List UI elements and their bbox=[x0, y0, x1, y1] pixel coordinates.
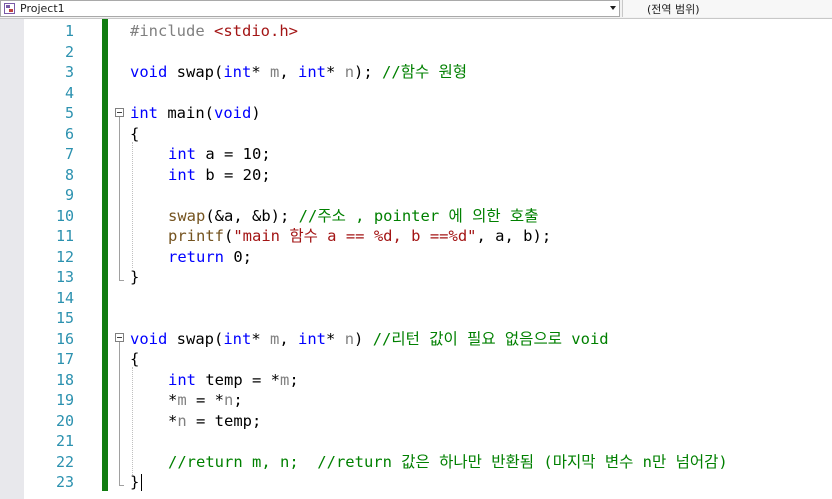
line-number: 12 bbox=[55, 247, 74, 266]
line-code[interactable]: int b = 20; bbox=[168, 165, 271, 186]
line-code[interactable]: int main(void) bbox=[130, 103, 261, 124]
line-code[interactable]: int temp = *m; bbox=[168, 370, 299, 391]
line-code[interactable]: } bbox=[130, 472, 139, 493]
code-line[interactable]: 11 printf("main 함수 a == %d, b ==%d", a, … bbox=[0, 226, 832, 247]
line-code[interactable]: swap(&a, &b); //주소 , pointer 에 의한 호출 bbox=[168, 206, 538, 227]
code-line[interactable]: 15 bbox=[0, 308, 832, 329]
code-line[interactable]: 12 return 0; bbox=[0, 247, 832, 268]
scope-label: (전역 범위) bbox=[647, 3, 700, 16]
code-line[interactable]: 5 int main(void) bbox=[0, 103, 832, 124]
line-number: 10 bbox=[55, 206, 74, 225]
line-code[interactable]: printf("main 함수 a == %d, b ==%d", a, b); bbox=[168, 226, 551, 247]
line-number: 3 bbox=[64, 63, 74, 81]
line-number: 18 bbox=[55, 370, 74, 389]
line-number: 19 bbox=[55, 391, 74, 409]
line-number: 2 bbox=[64, 42, 74, 61]
line-number: 9 bbox=[64, 186, 74, 204]
code-line[interactable]: 14 bbox=[0, 288, 832, 309]
code-line[interactable]: 13 } bbox=[0, 267, 832, 288]
code-line[interactable]: 19 *m = *n; bbox=[0, 390, 832, 411]
line-number: 6 bbox=[64, 124, 74, 143]
line-number: 4 bbox=[64, 83, 74, 102]
code-line[interactable]: 18 int temp = *m; bbox=[0, 370, 832, 391]
project-dropdown[interactable]: Project1 bbox=[0, 0, 620, 17]
code-line[interactable]: 1 #include <stdio.h> bbox=[0, 21, 832, 42]
code-line[interactable]: 16 void swap(int* m, int* n) //리턴 값이 필요 … bbox=[0, 329, 832, 350]
line-number: 8 bbox=[64, 165, 74, 184]
project-icon bbox=[4, 3, 15, 14]
line-code[interactable]: //return m, n; //return 값은 하나만 반환됨 (마지막 … bbox=[168, 452, 728, 473]
code-line[interactable]: 9 bbox=[0, 185, 832, 206]
code-line[interactable]: 22 //return m, n; //return 값은 하나만 반환됨 (마… bbox=[0, 452, 832, 473]
line-number: 15 bbox=[55, 309, 74, 327]
code-line[interactable]: 3 void swap(int* m, int* n); //함수 원형 bbox=[0, 62, 832, 83]
line-number: 16 bbox=[55, 329, 74, 348]
code-line[interactable]: 20 *n = temp; bbox=[0, 411, 832, 432]
code-line[interactable]: 4 bbox=[0, 83, 832, 104]
text-cursor bbox=[141, 474, 142, 491]
line-code[interactable]: return 0; bbox=[168, 247, 252, 268]
code-line[interactable]: 17 { bbox=[0, 349, 832, 370]
code-line[interactable]: 10 swap(&a, &b); //주소 , pointer 에 의한 호출 bbox=[0, 206, 832, 227]
code-line[interactable]: 6 { bbox=[0, 124, 832, 145]
line-code[interactable]: int a = 10; bbox=[168, 144, 271, 165]
line-code[interactable]: { bbox=[130, 349, 139, 370]
line-code[interactable]: #include <stdio.h> bbox=[130, 21, 298, 42]
line-number: 7 bbox=[64, 145, 74, 163]
line-number: 14 bbox=[55, 288, 74, 307]
code-line[interactable]: 23 } bbox=[0, 472, 832, 493]
code-line[interactable]: 21 bbox=[0, 431, 832, 452]
code-line[interactable]: 7 int a = 10; bbox=[0, 144, 832, 165]
line-number: 20 bbox=[55, 411, 74, 430]
project-label: Project1 bbox=[20, 2, 65, 15]
line-code[interactable]: *m = *n; bbox=[168, 390, 243, 411]
line-number: 11 bbox=[55, 227, 74, 245]
scope-dropdown[interactable]: (전역 범위) bbox=[622, 0, 832, 17]
line-number: 1 bbox=[64, 22, 74, 40]
line-code[interactable]: } bbox=[130, 267, 139, 288]
chevron-down-icon[interactable] bbox=[610, 6, 616, 10]
code-editor[interactable]: 1 #include <stdio.h> 2 3 void swap(int* … bbox=[0, 19, 832, 499]
code-line[interactable]: 8 int b = 20; bbox=[0, 165, 832, 186]
line-code[interactable]: { bbox=[130, 124, 139, 145]
line-number: 23 bbox=[55, 473, 74, 491]
line-code[interactable]: void swap(int* m, int* n) //리턴 값이 필요 없음으… bbox=[130, 329, 609, 350]
line-number: 21 bbox=[55, 432, 74, 450]
code-line[interactable]: 2 bbox=[0, 42, 832, 63]
line-number: 5 bbox=[64, 104, 74, 122]
navigation-bar: Project1 (전역 범위) bbox=[0, 0, 832, 19]
line-number: 17 bbox=[55, 350, 74, 368]
line-number: 22 bbox=[55, 452, 74, 471]
line-number: 13 bbox=[55, 268, 74, 286]
line-code[interactable]: *n = temp; bbox=[168, 411, 261, 432]
line-code[interactable]: void swap(int* m, int* n); //함수 원형 bbox=[130, 62, 467, 83]
